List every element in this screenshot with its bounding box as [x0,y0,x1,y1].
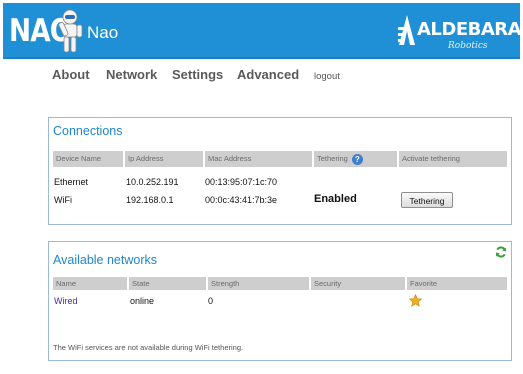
networks-title: Available networks [53,253,157,267]
networks-header-row: Name State Strength Security Favorite [53,277,507,290]
robot-name: Nao [87,23,119,42]
tethering-button[interactable]: Tethering [401,192,453,208]
col-activate-tethering: Activate tethering [399,151,507,167]
nav-about[interactable]: About [52,67,90,82]
col-device-name: Device Name [53,151,123,167]
brand-name: ALDEBARAN [417,19,523,40]
table-row-ethernet-device: Ethernet [54,177,89,187]
star-icon[interactable] [409,294,422,307]
nav-network[interactable]: Network [106,67,157,82]
tethering-note: The WiFi services are not available duri… [53,343,244,352]
nav-advanced[interactable]: Advanced [237,67,299,82]
help-icon[interactable]: ? [351,153,363,165]
col-ip-address: Ip Address [125,151,203,167]
nao-robot-icon [58,9,83,53]
network-row-wired-name[interactable]: Wired [54,296,78,306]
connections-title: Connections [53,124,123,138]
col-mac-address: Mac Address [205,151,312,167]
col-name: Name [53,277,127,290]
table-row-wifi-device: WiFi [54,195,72,205]
col-favorite: Favorite [407,277,507,290]
nav-settings[interactable]: Settings [172,67,223,82]
brand-subtitle: Robotics [448,41,488,51]
networks-panel: Available networks Name State Strength S… [48,241,512,361]
col-security: Security [311,277,405,290]
network-row-wired-state: online [130,296,155,306]
network-row-wired-strength: 0 [208,296,214,306]
app-header: NAO Nao ALDEBARAN Robotics [3,3,523,59]
col-tethering-label: Tethering [317,154,348,163]
connections-header-row: Device Name Ip Address Mac Address Tethe… [53,151,507,167]
table-row-ethernet-mac: 00:13:95:07:1c:70 [205,177,278,187]
table-row-wifi-ip: 192.168.0.1 [126,195,174,205]
col-tethering: Tethering? [314,151,397,167]
refresh-icon[interactable] [495,246,507,258]
aldebaran-logo-icon [398,15,415,45]
table-row-wifi-mac: 00:0c:43:41:7b:3e [205,195,278,205]
logout-link[interactable]: logout [314,71,340,82]
table-row-ethernet-ip: 10.0.252.191 [126,177,179,187]
col-strength: Strength [208,277,309,290]
tethering-status: Enabled [314,193,357,205]
col-state: State [129,277,206,290]
